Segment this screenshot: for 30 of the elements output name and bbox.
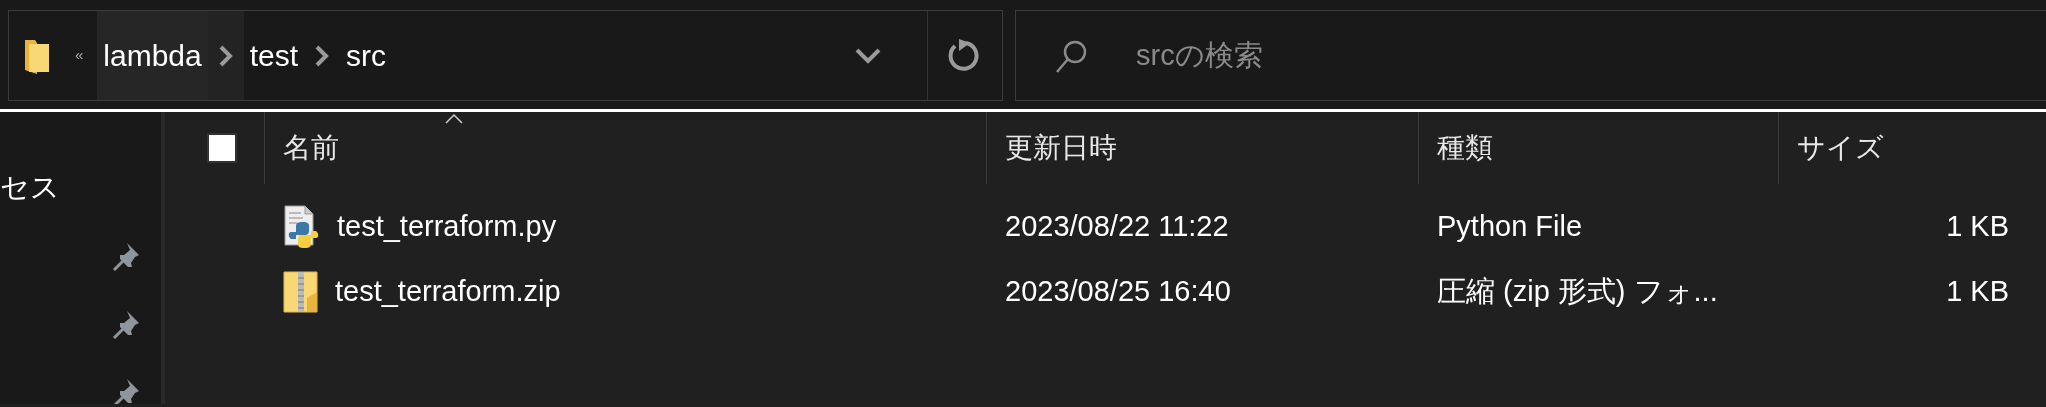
file-type: 圧縮 (zip 形式) フォ... bbox=[1436, 273, 1719, 309]
column-header[interactable]: 種類 bbox=[1419, 112, 1779, 184]
overflow-chevron[interactable]: « bbox=[75, 44, 84, 67]
breadcrumb[interactable]: src bbox=[340, 11, 393, 100]
refresh-icon[interactable] bbox=[946, 38, 980, 73]
checkbox[interactable] bbox=[207, 133, 237, 163]
column-header[interactable]: サイズ bbox=[1779, 112, 2027, 184]
address-bar[interactable]: « lambda test src bbox=[8, 10, 1003, 101]
sort-icon bbox=[445, 114, 463, 124]
chevron-icon bbox=[217, 43, 234, 68]
zip-folder-icon bbox=[283, 269, 319, 314]
modified-date: 2023/08/25 16:40 bbox=[1004, 273, 1232, 309]
python-file-icon bbox=[283, 204, 321, 249]
file-type: Python File bbox=[1436, 208, 1584, 244]
pin-icon[interactable] bbox=[111, 377, 141, 404]
pin-icon[interactable] bbox=[111, 241, 141, 271]
search-field[interactable]: srcの検索 bbox=[1015, 10, 2046, 101]
sidebar-item[interactable]: セス bbox=[0, 166, 60, 210]
dropdown-icon[interactable] bbox=[855, 46, 881, 65]
chevron-icon bbox=[314, 43, 331, 68]
breadcrumb[interactable]: test bbox=[243, 11, 305, 100]
file-size: 1 KB bbox=[1945, 273, 2010, 309]
breadcrumb[interactable]: lambda bbox=[97, 11, 208, 100]
column-header[interactable]: 更新日時 bbox=[987, 112, 1419, 184]
file-name[interactable]: test_terraform.py bbox=[337, 204, 557, 249]
modified-date: 2023/08/22 11:22 bbox=[1004, 208, 1230, 244]
file-size: 1 KB bbox=[1945, 208, 2010, 244]
pin-icon[interactable] bbox=[111, 309, 141, 339]
column-header[interactable]: 名前 bbox=[265, 112, 987, 184]
file-name[interactable]: test_terraform.zip bbox=[335, 269, 561, 314]
